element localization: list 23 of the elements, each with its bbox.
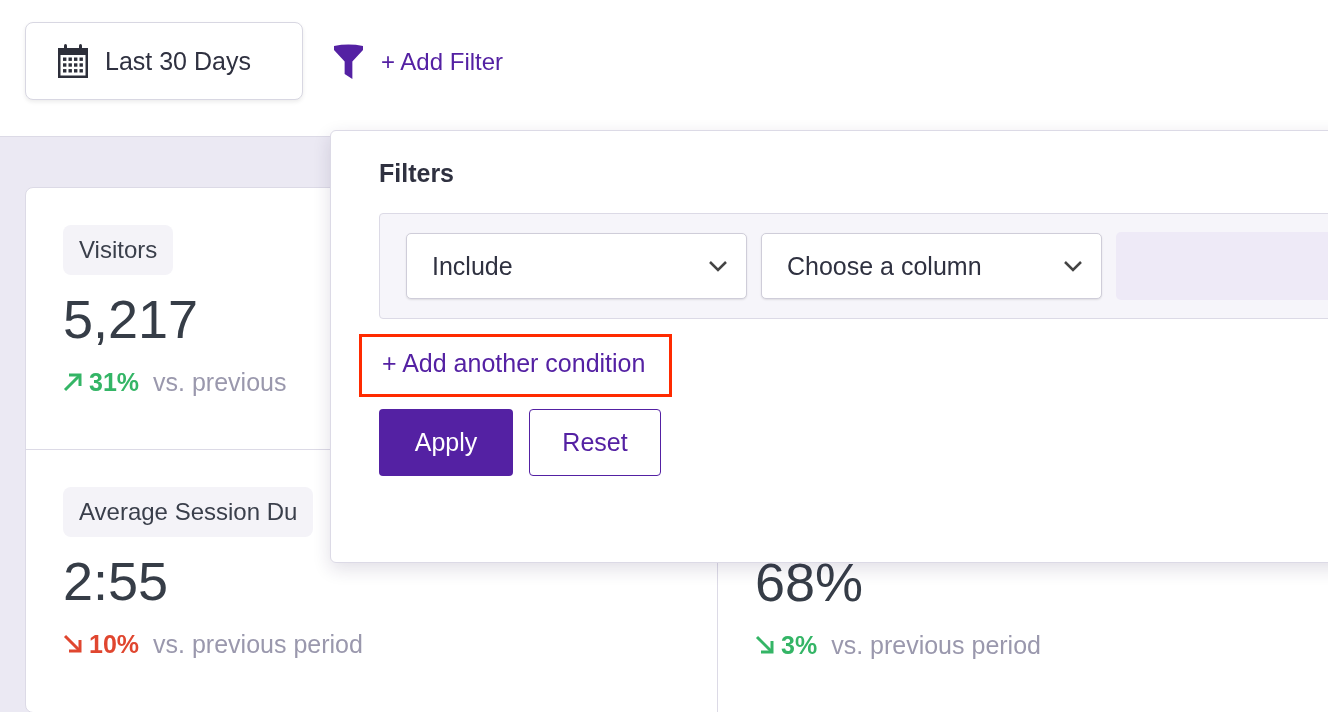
change-percent: 31% (89, 367, 140, 397)
comparison-text: vs. previous period (153, 629, 363, 659)
stat-label: Visitors (63, 225, 174, 275)
comparison-text: vs. previous (153, 367, 287, 397)
chevron-down-icon (708, 260, 728, 272)
chevron-down-icon (1063, 260, 1083, 272)
comparison-text: vs. previous period (831, 630, 1041, 660)
stat-label: Average Session Du (63, 487, 314, 537)
column-select[interactable]: Choose a column (761, 233, 1102, 299)
popover-title: Filters (379, 159, 456, 188)
change-percent: 3% (781, 630, 818, 660)
stat-value: 5,217 (63, 288, 199, 351)
change-percent: 10% (89, 629, 140, 659)
calendar-icon (57, 43, 89, 79)
mode-select[interactable]: Include (406, 233, 747, 299)
funnel-icon[interactable] (334, 44, 363, 79)
reset-button[interactable]: Reset (529, 409, 661, 476)
add-condition-link[interactable]: + Add another condition (382, 349, 646, 377)
add-filter-link[interactable]: + Add Filter (381, 48, 504, 76)
apply-button[interactable]: Apply (379, 409, 513, 476)
stat-value: 2:55 (63, 550, 169, 613)
date-range-button[interactable]: Last 30 Days (25, 22, 303, 100)
stat-value: 68% (755, 551, 864, 614)
